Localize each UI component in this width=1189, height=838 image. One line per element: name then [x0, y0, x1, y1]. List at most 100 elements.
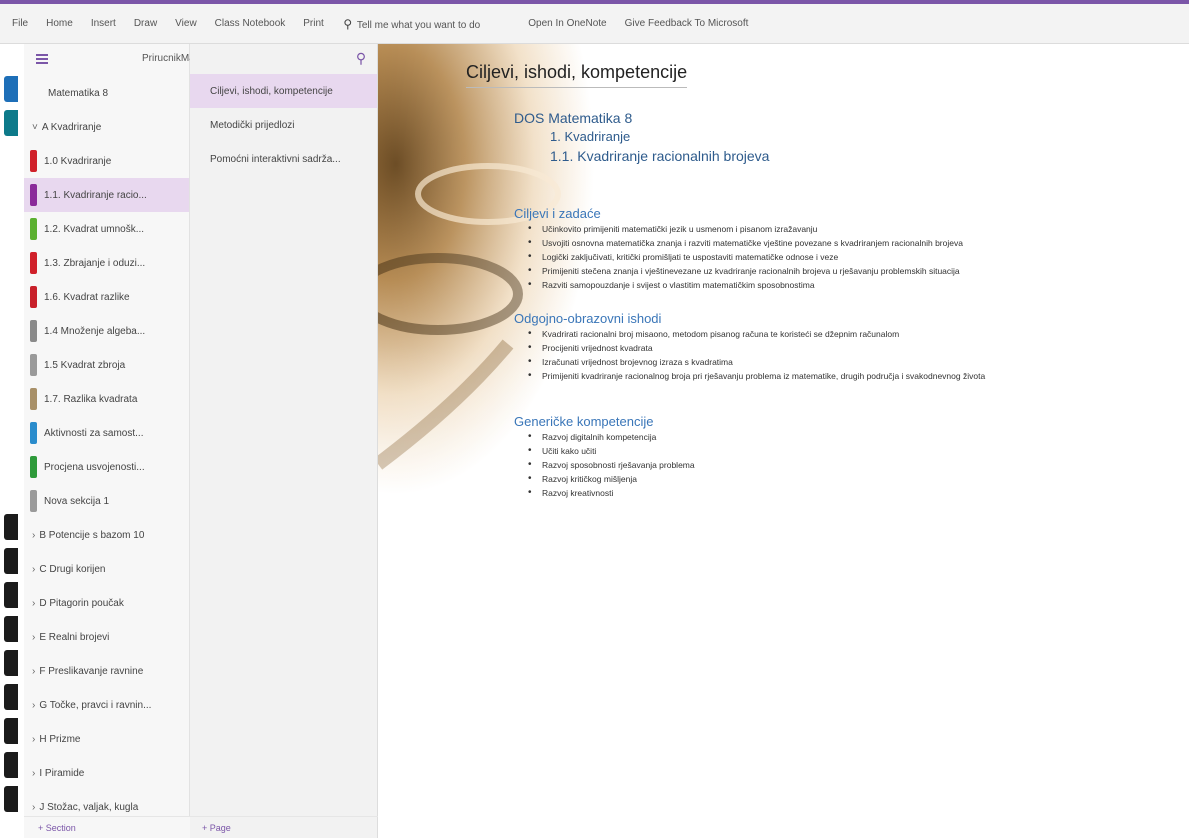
- section-item[interactable]: 1.4 Množenje algeba...: [24, 314, 189, 348]
- section-group[interactable]: › C Drugi korijen: [24, 552, 189, 586]
- hamburger-menu-icon[interactable]: [36, 54, 48, 64]
- section-item[interactable]: 1.7. Razlika kvadrata: [24, 382, 189, 416]
- lightbulb-icon: ⚲: [343, 16, 353, 31]
- binder-tab: [4, 718, 18, 744]
- menu-draw[interactable]: Draw: [134, 18, 157, 29]
- section-color-tab: [30, 354, 37, 376]
- menu-insert[interactable]: Insert: [91, 18, 116, 29]
- section-group[interactable]: › E Realni brojevi: [24, 620, 189, 654]
- section-item[interactable]: Aktivnosti za samost...: [24, 416, 189, 450]
- binder-tab: [4, 76, 18, 102]
- section-item[interactable]: 1.3. Zbrajanje i oduzi...: [24, 246, 189, 280]
- section-label: 1.5 Kvadrat zbroja: [24, 360, 125, 371]
- section-label: › D Pitagorin poučak: [24, 598, 124, 609]
- list-item: Razviti samopouzdanje i svijest o vlasti…: [528, 279, 1154, 291]
- binder-tab: [4, 684, 18, 710]
- chevron-down-icon[interactable]: ˅: [32, 122, 38, 133]
- section-color-tab: [30, 252, 37, 274]
- section-item[interactable]: 1.1. Kvadriranje racio...: [24, 178, 189, 212]
- section-label: › E Realni brojevi: [24, 632, 109, 643]
- section-label-text: D Pitagorin poučak: [39, 597, 124, 609]
- section-group[interactable]: › I Piramide: [24, 756, 189, 790]
- section-label: › B Potencije s bazom 10: [24, 530, 144, 541]
- page-canvas[interactable]: Ciljevi, ishodi, kompetencije DOS Matema…: [378, 44, 1189, 838]
- section-heading-goals: Ciljevi i zadaće: [514, 206, 601, 221]
- section-item[interactable]: Procjena usvojenosti...: [24, 450, 189, 484]
- list-item: Procijeniti vrijednost kvadrata: [528, 342, 1154, 354]
- page-title[interactable]: Ciljevi, ishodi, kompetencije: [466, 62, 688, 88]
- notebook-binder-tabs: [0, 44, 24, 838]
- menu-view[interactable]: View: [175, 18, 197, 29]
- section-label-text: Procjena usvojenosti...: [44, 461, 145, 473]
- section-label-text: C Drugi korijen: [39, 563, 106, 575]
- chevron-right-icon[interactable]: ›: [32, 564, 35, 575]
- section-item[interactable]: 1.2. Kvadrat umnošk...: [24, 212, 189, 246]
- chevron-right-icon[interactable]: ›: [32, 530, 35, 541]
- section-label-text: 1.3. Zbrajanje i oduzi...: [44, 257, 146, 269]
- chevron-right-icon[interactable]: ›: [32, 734, 35, 745]
- section-item[interactable]: 1.6. Kvadrat razlike: [24, 280, 189, 314]
- add-page-button[interactable]: + Page: [190, 816, 378, 838]
- section-label-text: 1.0 Kvadriranje: [44, 155, 112, 167]
- section-group[interactable]: ˅ A Kvadriranje: [24, 110, 189, 144]
- section-label-text: Nova sekcija 1: [44, 495, 110, 507]
- notebook-header: PrirucnikMatematika8: [24, 44, 238, 76]
- section-color-tab: [30, 150, 37, 172]
- section-label-text: F Preslikavanje ravnine: [39, 665, 144, 677]
- section-color-tab: [30, 286, 37, 308]
- chevron-right-icon[interactable]: ›: [32, 802, 35, 813]
- section-group[interactable]: › D Pitagorin poučak: [24, 586, 189, 620]
- list-item: Logički zaključivati, kritički promišlja…: [528, 251, 1154, 263]
- page-item[interactable]: Pomoćni interaktivni sadrža...: [190, 142, 377, 176]
- section-list: Matematika 8 ˅ A Kvadriranje 1.0 Kvadriranj…: [24, 76, 189, 824]
- section-label-text: 1.2. Kvadrat umnošk...: [44, 223, 145, 235]
- section-label: ˅ A Kvadriranje: [24, 122, 101, 133]
- section-item[interactable]: Matematika 8: [24, 76, 189, 110]
- binder-tab: [4, 110, 18, 136]
- tell-me-label: Tell me what you want to do: [356, 19, 481, 31]
- page-item[interactable]: Ciljevi, ishodi, kompetencije: [190, 74, 377, 108]
- binder-tab: [4, 514, 18, 540]
- binder-tab: [4, 582, 18, 608]
- section-group[interactable]: › F Preslikavanje ravnine: [24, 654, 189, 688]
- menu-class-notebook[interactable]: Class Notebook: [215, 18, 286, 29]
- section-color-tab: [30, 422, 37, 444]
- menu-home[interactable]: Home: [46, 18, 73, 29]
- menu-print[interactable]: Print: [303, 18, 324, 29]
- list-item: Kvadrirati racionalni broj misaono, meto…: [528, 328, 1154, 340]
- section-label: › H Prizme: [24, 734, 80, 745]
- section-label: › J Stožac, valjak, kugla: [24, 802, 138, 813]
- section-label: 1.4 Množenje algeba...: [24, 326, 145, 337]
- page-item[interactable]: Metodički prijedlozi: [190, 108, 377, 142]
- open-in-onenote-button[interactable]: Open In OneNote: [528, 18, 606, 29]
- section-group[interactable]: › B Potencije s bazom 10: [24, 518, 189, 552]
- page-content[interactable]: DOS Matematika 8 1. Kvadriranje 1.1. Kva…: [514, 110, 1154, 501]
- section-item[interactable]: 1.0 Kvadriranje: [24, 144, 189, 178]
- section-item[interactable]: Nova sekcija 1: [24, 484, 189, 518]
- section-label-text: J Stožac, valjak, kugla: [39, 801, 139, 813]
- section-label: › G Točke, pravci i ravnin...: [24, 700, 151, 711]
- section-color-tab: [30, 388, 37, 410]
- section-item[interactable]: 1.5 Kvadrat zbroja: [24, 348, 189, 382]
- section-label: Procjena usvojenosti...: [24, 462, 145, 473]
- section-heading-outcomes: Odgojno-obrazovni ishodi: [514, 311, 662, 326]
- chevron-right-icon[interactable]: ›: [32, 768, 35, 779]
- ribbon-menu: File Home Insert Draw View Class Noteboo…: [0, 4, 1189, 44]
- search-icon[interactable]: ⚲: [353, 50, 369, 66]
- tell-me-search[interactable]: ⚲ Tell me what you want to do: [342, 17, 480, 31]
- section-label-text: E Realni brojevi: [39, 631, 110, 643]
- section-color-tab: [30, 218, 37, 240]
- chevron-right-icon[interactable]: ›: [32, 598, 35, 609]
- add-section-button[interactable]: + Section: [24, 816, 190, 838]
- list-item: Usvojiti osnovna matematička znanja i ra…: [528, 237, 1154, 249]
- chevron-right-icon[interactable]: ›: [32, 666, 35, 677]
- chevron-right-icon[interactable]: ›: [32, 700, 35, 711]
- list-item: Primijeniti stečena znanja i vještinevez…: [528, 265, 1154, 277]
- list-item: Razvoj kreativnosti: [528, 487, 1154, 499]
- section-group[interactable]: › H Prizme: [24, 722, 189, 756]
- section-group[interactable]: › G Točke, pravci i ravnin...: [24, 688, 189, 722]
- goals-list: Učinkovito primijeniti matematički jezik…: [528, 223, 1154, 291]
- chevron-right-icon[interactable]: ›: [32, 632, 35, 643]
- menu-file[interactable]: File: [12, 18, 28, 29]
- give-feedback-button[interactable]: Give Feedback To Microsoft: [625, 18, 749, 29]
